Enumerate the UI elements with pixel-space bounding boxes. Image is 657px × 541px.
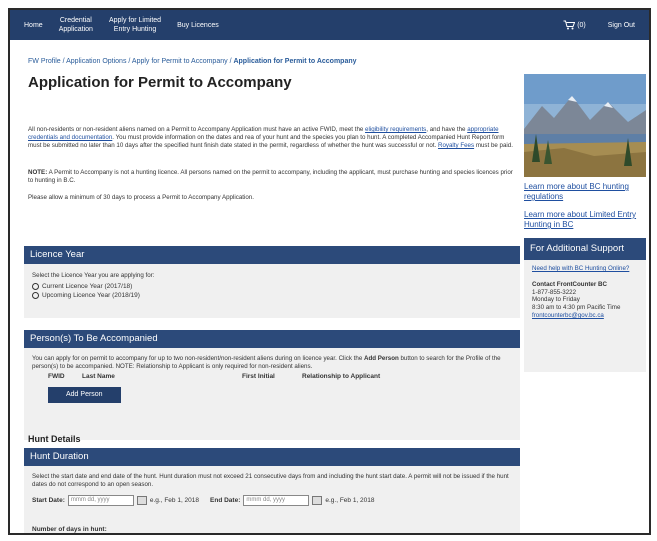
hunt-details-title: Hunt Details [28, 434, 81, 444]
breadcrumb-permit-to-accompany[interactable]: Apply for Permit to Accompany [132, 58, 228, 65]
option-label: Current Licence Year (2017/18) [42, 283, 133, 290]
browser-frame: Home Credential Application Apply for Li… [8, 8, 651, 535]
column-first-initial: First Initial [242, 373, 275, 380]
support-heading: For Additional Support [524, 238, 646, 260]
cart-button[interactable]: (0) [563, 20, 600, 30]
nav-credential-application[interactable]: Credential Application [51, 16, 101, 34]
nav-sign-out[interactable]: Sign Out [600, 21, 643, 30]
note-label: NOTE: [28, 169, 48, 176]
persons-description: You can apply for on permit to accompany… [32, 355, 512, 371]
bc-hunting-regulations-link[interactable]: Learn more about BC hunting regulations [524, 182, 646, 202]
support-body: Need help with BC Hunting Online? Contac… [524, 260, 646, 325]
sidebar: Learn more about BC hunting regulations … [524, 74, 646, 372]
persons-section: Person(s) To Be Accompanied You can appl… [24, 330, 520, 440]
end-date-example: e.g., Feb 1, 2018 [325, 496, 375, 504]
licence-year-option-current[interactable]: Current Licence Year (2017/18) [32, 283, 512, 290]
royalty-fees-link[interactable]: Royalty Fees [438, 142, 474, 149]
option-label: Upcoming Licence Year (2018/19) [42, 292, 140, 299]
eligibility-link[interactable]: eligibility requirements [365, 126, 426, 133]
hunt-duration-description: Select the start date and end date of th… [32, 473, 509, 488]
intro-text-d: must be paid. [474, 142, 513, 150]
licence-year-body: Select the Licence Year you are applying… [24, 264, 520, 318]
licence-year-heading: Licence Year [24, 246, 520, 264]
landscape-photo [524, 74, 646, 177]
column-last-name: Last Name [82, 373, 115, 380]
note-paragraph: NOTE: A Permit to Accompany is not a hun… [28, 169, 516, 185]
persons-heading: Person(s) To Be Accompanied [24, 330, 520, 348]
licence-year-option-upcoming[interactable]: Upcoming Licence Year (2018/19) [32, 292, 512, 299]
contact-email-link[interactable]: frontcounterbc@gov.bc.ca [532, 312, 638, 320]
page-title: Application for Permit to Accompany [28, 74, 292, 91]
intro-text-a: All non-residents or non-resident aliens… [28, 126, 366, 133]
persons-desc-a: You can apply for on permit to accompany… [32, 355, 365, 362]
hunt-duration-body: Select the start date and end date of th… [24, 466, 520, 533]
nav-limited-entry[interactable]: Apply for Limited Entry Hunting [101, 16, 169, 34]
start-date-label: Start Date: [32, 496, 65, 504]
persons-table-header: FWID Last Name First Initial Relationshi… [32, 373, 512, 381]
column-fwid: FWID [48, 373, 65, 380]
breadcrumb-fw-profile[interactable]: FW Profile [28, 58, 61, 65]
intro-text-b: , and have the [426, 126, 468, 133]
number-of-days-label: Number of days in hunt: [32, 526, 107, 533]
licence-year-prompt: Select the Licence Year you are applying… [32, 272, 155, 279]
start-date-input[interactable]: mmm dd, yyyy [67, 495, 134, 506]
add-person-button[interactable]: Add Person [48, 387, 121, 403]
licence-year-section: Licence Year Select the Licence Year you… [24, 246, 520, 318]
top-navigation: Home Credential Application Apply for Li… [10, 10, 649, 40]
radio-upcoming-year[interactable] [32, 292, 39, 299]
cart-count: (0) [577, 21, 586, 29]
end-calendar-icon[interactable] [312, 496, 323, 505]
persons-body: You can apply for on permit to accompany… [24, 348, 520, 440]
end-date-input[interactable]: mmm dd, yyyy [243, 495, 310, 506]
nav-home[interactable]: Home [16, 21, 51, 30]
persons-desc-bold: Add Person [364, 355, 399, 362]
help-link[interactable]: Need help with BC Hunting Online? [532, 265, 638, 273]
date-row: Start Date: mmm dd, yyyy e.g., Feb 1, 20… [32, 495, 512, 506]
breadcrumb: FW Profile / Application Options / Apply… [28, 58, 357, 65]
limited-entry-hunting-link[interactable]: Learn more about Limited Entry Hunting i… [524, 210, 646, 230]
contact-title: Contact FrontCounter BC [532, 280, 607, 288]
breadcrumb-current: Application for Permit to Accompany [233, 58, 357, 65]
main-content: Application for Permit to Accompany All … [24, 74, 520, 533]
column-relationship: Relationship to Applicant [302, 373, 381, 380]
hunt-duration-heading: Hunt Duration [24, 448, 520, 466]
contact-hours: 8:30 am to 4:30 pm Pacific Time [532, 304, 621, 312]
intro-paragraph: All non-residents or non-resident aliens… [28, 126, 516, 151]
support-panel: For Additional Support Need help with BC… [524, 238, 646, 372]
processing-time-text: Please allow a minimum of 30 days to pro… [28, 194, 254, 201]
cart-icon [563, 20, 576, 30]
nav-buy-licences[interactable]: Buy Licences [169, 21, 227, 30]
note-text: A Permit to Accompany is not a hunting l… [28, 169, 513, 185]
contact-phone: 1-877-855-3222 [532, 288, 577, 296]
breadcrumb-application-options[interactable]: Application Options [66, 58, 126, 65]
start-calendar-icon[interactable] [136, 496, 147, 505]
hunt-duration-section: Hunt Duration Select the start date and … [24, 448, 520, 533]
radio-current-year[interactable] [32, 283, 39, 290]
start-date-example: e.g., Feb 1, 2018 [149, 496, 200, 504]
end-date-label: End Date: [210, 496, 241, 504]
landscape-image [524, 74, 646, 177]
contact-days: Monday to Friday [532, 296, 580, 304]
